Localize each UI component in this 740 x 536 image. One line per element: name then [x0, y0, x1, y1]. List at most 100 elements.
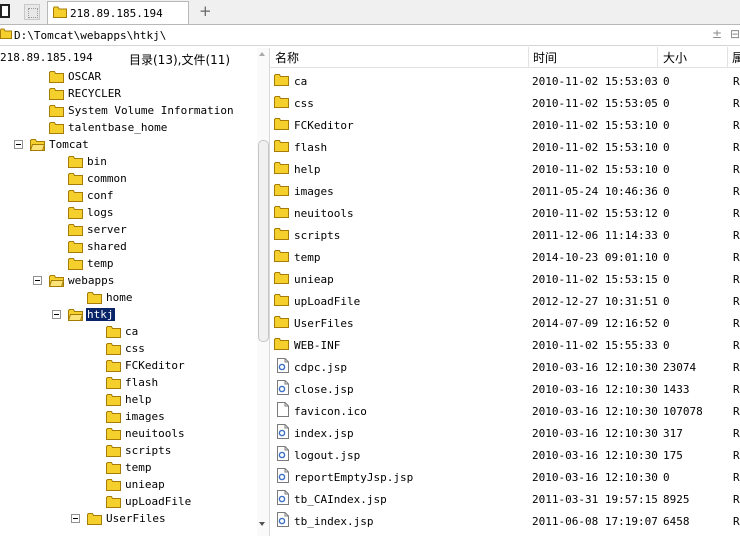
folder-icon	[274, 95, 289, 111]
folder-icon	[87, 291, 102, 307]
file-attr: R	[733, 163, 740, 176]
file-row[interactable]: neuitools 2010-11-02 15:53:12 0 R	[270, 201, 740, 223]
folder-icon	[274, 249, 289, 265]
file-row[interactable]: FCKeditor 2010-11-02 15:53:10 0 R	[270, 113, 740, 135]
expand-icon[interactable]: ±	[712, 27, 722, 41]
file-size: 0	[663, 141, 670, 154]
tree-item-label: flash	[125, 376, 159, 389]
file-row[interactable]: images 2011-05-24 10:46:36 0 R	[270, 179, 740, 201]
file-row[interactable]: upLoadFile 2012-12-27 10:31:51 0 R	[270, 289, 740, 311]
add-tab-button[interactable]: +	[199, 2, 213, 20]
file-time: 2011-05-24 10:46:36	[532, 185, 658, 198]
file-row[interactable]: index.jsp 2010-03-16 12:10:30 317 R	[270, 421, 740, 443]
folder-icon	[68, 223, 83, 239]
column-separator[interactable]	[657, 47, 658, 67]
tab-server[interactable]: 218.89.185.194	[47, 1, 189, 24]
window-toggle-button[interactable]	[0, 4, 10, 18]
folder-icon	[53, 6, 67, 21]
column-separator[interactable]	[528, 47, 529, 67]
file-size: 0	[663, 163, 670, 176]
file-time: 2010-11-02 15:53:12	[532, 207, 658, 220]
folder-icon	[68, 172, 83, 188]
file-size: 175	[663, 449, 683, 462]
folder-icon	[274, 271, 289, 287]
folder-icon	[87, 512, 102, 528]
file-row[interactable]: tb_index.jsp 2011-06-08 17:19:07 6458 R	[270, 509, 740, 531]
file-attr: R	[733, 229, 740, 242]
tree-item-label: FCKeditor	[125, 359, 185, 372]
column-size[interactable]: 大小	[663, 49, 687, 66]
path-bar: D:\Tomcat\webapps\htkj\ ± ⊟	[0, 25, 740, 46]
file-size: 0	[663, 97, 670, 110]
folder-icon	[274, 205, 289, 221]
folder-icon	[49, 104, 64, 120]
layout-toggle-button[interactable]	[24, 4, 40, 20]
file-time: 2010-03-16 12:10:30	[532, 471, 658, 484]
folder-icon	[274, 337, 289, 353]
file-attr: R	[733, 515, 740, 528]
file-time: 2010-03-16 12:10:30	[532, 449, 658, 462]
file-attr: R	[733, 361, 740, 374]
file-name: images	[294, 185, 334, 198]
file-size: 0	[663, 229, 670, 242]
folder-icon	[106, 444, 121, 460]
file-row[interactable]: logout.jsp 2010-03-16 12:10:30 175 R	[270, 443, 740, 465]
collapse-toggle-icon[interactable]	[71, 514, 80, 523]
file-size: 0	[663, 295, 670, 308]
file-row[interactable]: scripts 2011-12-06 11:14:33 0 R	[270, 223, 740, 245]
tree-item-label: common	[87, 172, 127, 185]
file-name: cdpc.jsp	[294, 361, 347, 374]
tree-item-label: server	[87, 223, 127, 236]
collapse-toggle-icon[interactable]	[52, 310, 61, 319]
file-name: upLoadFile	[294, 295, 361, 308]
file-size: 317	[663, 427, 683, 440]
file-row[interactable]: css 2010-11-02 15:53:05 0 R	[270, 91, 740, 113]
tree-scrollbar[interactable]	[257, 48, 269, 536]
file-row[interactable]: help 2010-11-02 15:53:10 0 R	[270, 157, 740, 179]
file-attr: R	[733, 185, 740, 198]
column-name[interactable]: 名称	[275, 49, 299, 66]
file-size: 0	[663, 273, 670, 286]
folder-icon	[106, 393, 121, 409]
file-row[interactable]: temp 2014-10-23 09:01:10 0 R	[270, 245, 740, 267]
collapse-icon[interactable]: ⊟	[730, 27, 740, 41]
file-name: temp	[294, 251, 321, 264]
file-attr: R	[733, 207, 740, 220]
file-name: unieap	[294, 273, 334, 286]
collapse-toggle-icon[interactable]	[33, 276, 42, 285]
column-attr[interactable]: 属	[732, 49, 740, 66]
jsp-file-icon	[277, 358, 289, 376]
file-name: favicon.ico	[294, 405, 367, 418]
file-time: 2010-11-02 15:55:33	[532, 339, 658, 352]
file-row[interactable]: flash 2010-11-02 15:53:10 0 R	[270, 135, 740, 157]
path-input[interactable]: D:\Tomcat\webapps\htkj\	[14, 29, 166, 42]
tree-item-label: temp	[125, 461, 152, 474]
file-row[interactable]: close.jsp 2010-03-16 12:10:30 1433 R	[270, 377, 740, 399]
tree-item-label: unieap	[125, 478, 165, 491]
scroll-up-icon[interactable]	[259, 52, 265, 56]
column-separator[interactable]	[727, 47, 728, 67]
file-row[interactable]: tb_CAIndex.jsp 2011-03-31 19:57:15 8925 R	[270, 487, 740, 509]
file-row[interactable]: ca 2010-11-02 15:53:03 0 R	[270, 69, 740, 91]
server-label: 218.89.185.194	[0, 51, 93, 64]
collapse-toggle-icon[interactable]	[14, 140, 23, 149]
scrollbar-thumb[interactable]	[258, 140, 269, 342]
folder-icon	[0, 28, 12, 42]
file-row[interactable]: unieap 2010-11-02 15:53:15 0 R	[270, 267, 740, 289]
file-attr: R	[733, 493, 740, 506]
file-row[interactable]: cdpc.jsp 2010-03-16 12:10:30 23074 R	[270, 355, 740, 377]
file-row[interactable]: UserFiles 2014-07-09 12:16:52 0 R	[270, 311, 740, 333]
file-row[interactable]: favicon.ico 2010-03-16 12:10:30 107078 R	[270, 399, 740, 421]
folder-open-icon	[29, 138, 46, 154]
file-time: 2011-12-06 11:14:33	[532, 229, 658, 242]
column-time[interactable]: 时间	[533, 49, 557, 66]
file-row[interactable]: reportEmptyJsp.jsp 2010-03-16 12:10:30 0 R	[270, 465, 740, 487]
scroll-down-icon[interactable]	[259, 522, 265, 526]
file-row[interactable]: WEB-INF 2010-11-02 15:55:33 0 R	[270, 333, 740, 355]
file-attr: R	[733, 317, 740, 330]
file-attr: R	[733, 295, 740, 308]
folder-icon	[106, 376, 121, 392]
blank-file-icon	[277, 402, 289, 420]
file-size: 23074	[663, 361, 697, 374]
file-time: 2011-03-31 19:57:15	[532, 493, 658, 506]
